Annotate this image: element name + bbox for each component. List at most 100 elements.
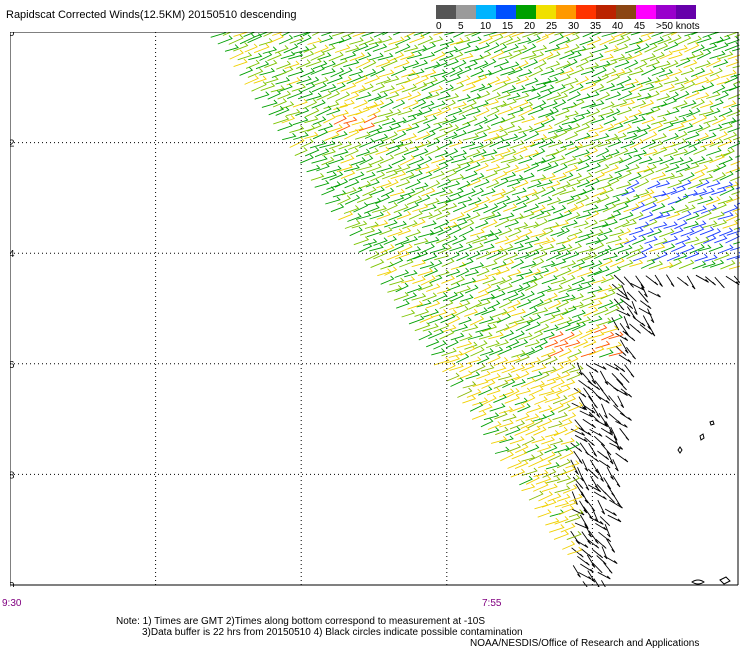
wind-barb bbox=[333, 102, 349, 110]
wind-barb bbox=[323, 100, 340, 110]
wind-barb bbox=[499, 419, 514, 428]
wind-barb bbox=[714, 276, 725, 289]
wind-barb bbox=[582, 292, 596, 301]
time-label-start: 9:30 bbox=[2, 598, 22, 609]
wind-barb bbox=[587, 286, 603, 294]
wind-barb bbox=[549, 33, 564, 44]
wind-barb bbox=[607, 314, 623, 324]
wind-barb bbox=[291, 83, 306, 92]
wind-barb bbox=[581, 548, 593, 558]
wind-barb bbox=[666, 274, 675, 287]
wind-barb bbox=[453, 149, 468, 158]
wind-barb bbox=[688, 138, 702, 148]
wind-barb bbox=[372, 43, 388, 52]
wind-barb bbox=[366, 197, 382, 206]
wind-barb bbox=[426, 283, 441, 292]
wind-barb bbox=[460, 277, 477, 286]
wind-barb bbox=[572, 565, 581, 578]
wind-barb bbox=[653, 221, 668, 229]
wind-barb bbox=[459, 258, 474, 268]
wind-barb bbox=[464, 45, 480, 54]
wind-barb bbox=[552, 412, 568, 421]
wind-barb bbox=[438, 244, 452, 254]
wind-barb bbox=[641, 65, 657, 76]
wind-barb bbox=[563, 251, 580, 261]
wind-barb bbox=[513, 132, 527, 142]
wind-barb bbox=[565, 322, 581, 332]
scale-label: 15 bbox=[502, 21, 514, 32]
wind-barb bbox=[462, 99, 477, 110]
wind-barb bbox=[507, 106, 524, 116]
scale-swatch bbox=[496, 5, 516, 19]
wind-barb bbox=[338, 210, 354, 221]
wind-barb bbox=[583, 131, 599, 140]
scale-swatch bbox=[456, 5, 476, 19]
wind-barb bbox=[332, 190, 347, 198]
wind-barb bbox=[654, 274, 663, 287]
wind-barb bbox=[517, 282, 531, 293]
wind-barb bbox=[478, 283, 492, 294]
wind-barb bbox=[453, 32, 466, 38]
wind-barb bbox=[533, 218, 548, 229]
wind-barb bbox=[589, 459, 599, 474]
wind-barb bbox=[565, 164, 579, 174]
wind-barb bbox=[525, 77, 539, 86]
scale-swatch bbox=[676, 5, 696, 19]
wind-barb bbox=[499, 388, 515, 398]
wind-barb bbox=[244, 75, 259, 85]
wind-barb bbox=[351, 220, 368, 229]
wind-barb bbox=[601, 580, 606, 587]
wind-barb bbox=[389, 277, 405, 286]
wind-barb bbox=[553, 145, 567, 156]
wind-barb bbox=[383, 43, 400, 53]
wind-barb bbox=[314, 148, 330, 158]
wind-barb bbox=[614, 147, 629, 157]
wind-barb bbox=[353, 99, 368, 109]
wind-barb bbox=[617, 227, 632, 237]
wind-barb bbox=[622, 219, 637, 228]
wind-barb bbox=[407, 229, 422, 238]
wind-barb bbox=[476, 267, 490, 277]
wind-barb bbox=[599, 370, 609, 386]
wind-barb bbox=[694, 236, 710, 246]
wind-barb bbox=[311, 155, 328, 164]
wind-barb bbox=[469, 262, 485, 270]
wind-barb bbox=[451, 129, 467, 140]
wind-barb bbox=[694, 253, 709, 262]
wind-barb bbox=[414, 308, 430, 317]
wind-barb bbox=[353, 236, 370, 246]
wind-barb bbox=[578, 427, 592, 436]
wind-barb bbox=[712, 219, 728, 228]
wind-barb bbox=[510, 274, 525, 284]
wind-barb bbox=[625, 92, 642, 101]
wind-barb bbox=[331, 131, 348, 140]
wind-barb bbox=[613, 43, 629, 53]
latitude-label: -10 bbox=[10, 32, 15, 39]
wind-barb bbox=[408, 155, 425, 166]
wind-barb bbox=[719, 170, 734, 181]
wind-barb bbox=[369, 139, 385, 150]
wind-barb bbox=[723, 204, 739, 214]
wind-barb bbox=[400, 171, 415, 181]
wind-barb bbox=[545, 430, 560, 438]
wind-barb bbox=[445, 339, 459, 349]
wind-barb bbox=[458, 316, 472, 325]
wind-barb bbox=[554, 516, 569, 525]
wind-barb bbox=[528, 385, 544, 396]
wind-barb bbox=[388, 211, 403, 221]
wind-barb bbox=[237, 52, 253, 61]
wind-barb bbox=[559, 449, 574, 460]
wind-barb bbox=[281, 32, 292, 37]
wind-barb bbox=[450, 332, 465, 341]
wind-barb bbox=[719, 227, 734, 237]
wind-barb bbox=[521, 483, 536, 492]
wind-barb bbox=[644, 236, 658, 244]
wind-barb bbox=[554, 445, 570, 454]
wind-barb bbox=[503, 321, 518, 332]
wind-barb bbox=[716, 34, 731, 44]
wind-barb bbox=[647, 308, 655, 324]
wind-barb bbox=[470, 83, 486, 93]
wind-barb bbox=[217, 35, 233, 45]
wind-barb bbox=[587, 452, 599, 463]
wind-barb bbox=[629, 37, 644, 46]
